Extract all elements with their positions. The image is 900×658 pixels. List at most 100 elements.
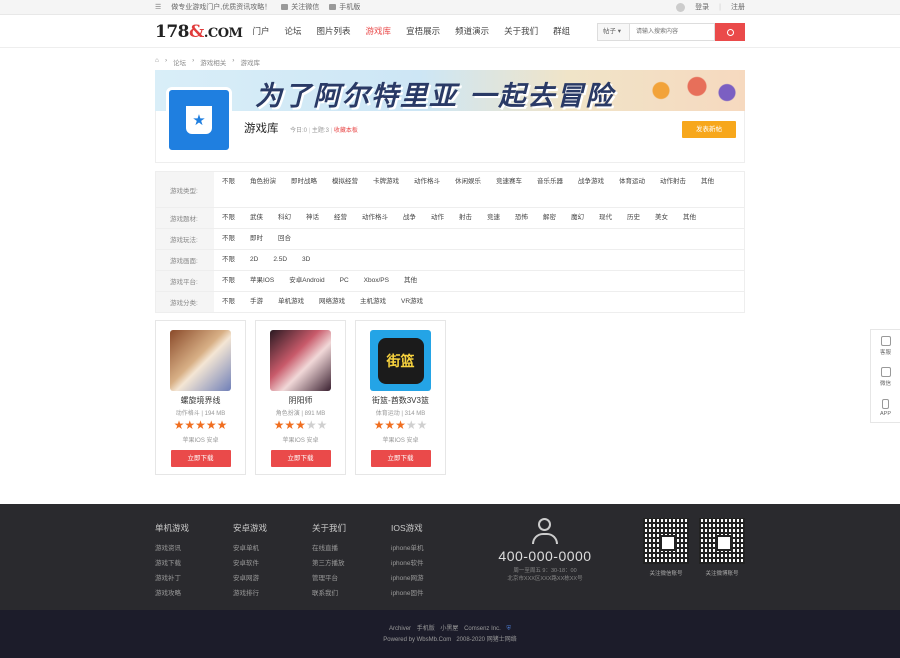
filter-option[interactable]: 其他: [404, 271, 417, 291]
nav-item[interactable]: 门户: [245, 15, 277, 48]
download-button[interactable]: 立即下载: [170, 450, 231, 467]
filter-option[interactable]: 其他: [683, 208, 696, 228]
filter-option[interactable]: 历史: [627, 208, 640, 228]
filter-option[interactable]: 动作射击: [660, 173, 686, 207]
footer-link[interactable]: 联系我们: [312, 586, 346, 601]
filter-option[interactable]: 不限: [222, 250, 235, 270]
filter-option[interactable]: 不限: [222, 292, 235, 312]
filter-option[interactable]: 竞速赛车: [496, 173, 522, 207]
footer-link[interactable]: 第三方播放: [312, 556, 346, 571]
filter-option[interactable]: 战争游戏: [578, 173, 604, 207]
nav-item[interactable]: 关于我们: [497, 15, 546, 48]
filter-option[interactable]: 射击: [459, 208, 472, 228]
footer-link[interactable]: 游戏补丁: [155, 571, 189, 586]
game-cover[interactable]: [170, 330, 231, 391]
download-button[interactable]: 立即下载: [270, 450, 331, 467]
filter-option[interactable]: 网络游戏: [319, 292, 345, 312]
filter-option[interactable]: 安卓Android: [289, 271, 324, 291]
filter-option[interactable]: 美女: [655, 208, 668, 228]
home-icon[interactable]: ⌂: [155, 57, 159, 67]
filter-option[interactable]: 魔幻: [571, 208, 584, 228]
footer-link[interactable]: 安卓单机: [233, 541, 267, 556]
nav-item[interactable]: 频道演示: [448, 15, 497, 48]
footer-link[interactable]: iphone固件: [391, 586, 424, 601]
filter-option[interactable]: 休闲娱乐: [455, 173, 481, 207]
customer-service-button[interactable]: 客服: [871, 330, 900, 361]
filter-option[interactable]: 单机游戏: [278, 292, 304, 312]
breadcrumb-item[interactable]: 论坛: [173, 57, 186, 67]
filter-option[interactable]: 神话: [306, 208, 319, 228]
filter-option[interactable]: 战争: [403, 208, 416, 228]
game-card[interactable]: 螺旋境界线 动作格斗 | 194 MB ★★★★★ 苹果IOS 安卓 立即下载: [155, 320, 246, 475]
footer-link[interactable]: iphone网游: [391, 571, 424, 586]
filter-option[interactable]: 解密: [543, 208, 556, 228]
filter-option[interactable]: 不限: [222, 208, 235, 228]
filter-option[interactable]: 现代: [599, 208, 612, 228]
footer-link[interactable]: 手机版: [417, 626, 435, 632]
filter-option[interactable]: 科幻: [278, 208, 291, 228]
nav-item[interactable]: 论坛: [277, 15, 309, 48]
favorite-link[interactable]: 收藏本板: [334, 128, 358, 134]
wechat-button[interactable]: 微信: [871, 361, 900, 392]
filter-option[interactable]: VR游戏: [401, 292, 423, 312]
filter-option[interactable]: 苹果IOS: [250, 271, 274, 291]
footer-link[interactable]: 游戏资讯: [155, 541, 189, 556]
filter-option[interactable]: 体育运动: [619, 173, 645, 207]
filter-option[interactable]: 2.5D: [273, 250, 287, 270]
filter-option[interactable]: 不限: [222, 229, 235, 249]
breadcrumb-item[interactable]: 游戏相关: [200, 57, 226, 67]
filter-option[interactable]: 角色扮演: [250, 173, 276, 207]
footer-link[interactable]: iphone软件: [391, 556, 424, 571]
footer-link[interactable]: iphone单机: [391, 541, 424, 556]
filter-option[interactable]: 卡牌游戏: [373, 173, 399, 207]
register-link[interactable]: 注册: [731, 2, 745, 12]
footer-link[interactable]: 安卓软件: [233, 556, 267, 571]
game-cover[interactable]: 街篮: [370, 330, 431, 391]
filter-option[interactable]: 即时战略: [291, 173, 317, 207]
filter-option[interactable]: 竞速: [487, 208, 500, 228]
filter-option[interactable]: 武侠: [250, 208, 263, 228]
filter-option[interactable]: 经营: [334, 208, 347, 228]
footer-link[interactable]: 管理平台: [312, 571, 346, 586]
game-name[interactable]: 螺旋境界线: [156, 395, 245, 406]
nav-item[interactable]: 群组: [546, 15, 578, 48]
game-name[interactable]: 阴阳师: [256, 395, 345, 406]
search-input[interactable]: [629, 23, 715, 41]
game-name[interactable]: 街篮-酋数3V3篮: [356, 395, 445, 406]
nav-item-active[interactable]: 游戏库: [358, 15, 399, 48]
footer-link[interactable]: 游戏攻略: [155, 586, 189, 601]
footer-link[interactable]: 在线直播: [312, 541, 346, 556]
filter-option[interactable]: 不限: [222, 271, 235, 291]
footer-link[interactable]: 安卓网游: [233, 571, 267, 586]
filter-option[interactable]: 音乐乐器: [537, 173, 563, 207]
filter-option[interactable]: 其他: [701, 173, 714, 207]
footer-link[interactable]: Comsenz Inc.: [464, 626, 501, 632]
filter-option[interactable]: Xbox/PS: [364, 271, 389, 291]
breadcrumb-item[interactable]: 游戏库: [240, 57, 260, 67]
filter-option[interactable]: 手游: [250, 292, 263, 312]
game-cover[interactable]: [270, 330, 331, 391]
filter-option[interactable]: 不限: [222, 173, 235, 207]
filter-option[interactable]: 动作: [431, 208, 444, 228]
wechat-link[interactable]: 关注微信: [281, 2, 319, 12]
filter-option[interactable]: PC: [340, 271, 349, 291]
filter-option[interactable]: 动作格斗: [362, 208, 388, 228]
download-button[interactable]: 立即下载: [370, 450, 431, 467]
filter-option[interactable]: 动作格斗: [414, 173, 440, 207]
mobile-link[interactable]: 手机版: [329, 2, 360, 12]
app-button[interactable]: APP: [871, 392, 900, 423]
site-logo[interactable]: 178&.COM: [155, 22, 245, 42]
filter-option[interactable]: 恐怖: [515, 208, 528, 228]
footer-link[interactable]: 游戏下载: [155, 556, 189, 571]
search-type-select[interactable]: 帖子 ▾: [597, 23, 629, 41]
search-button[interactable]: [715, 23, 745, 41]
filter-option[interactable]: 模拟经营: [332, 173, 358, 207]
filter-option[interactable]: 回合: [278, 229, 291, 249]
nav-item[interactable]: 图片列表: [309, 15, 358, 48]
footer-link[interactable]: 游戏排行: [233, 586, 267, 601]
game-card[interactable]: 阴阳师 角色扮演 | 891 MB ★★★★★ 苹果IOS 安卓 立即下载: [255, 320, 346, 475]
filter-option[interactable]: 即时: [250, 229, 263, 249]
nav-item[interactable]: 宣梧展示: [399, 15, 448, 48]
footer-link[interactable]: 小黑屋: [440, 626, 458, 632]
login-link[interactable]: 登录: [695, 2, 709, 12]
